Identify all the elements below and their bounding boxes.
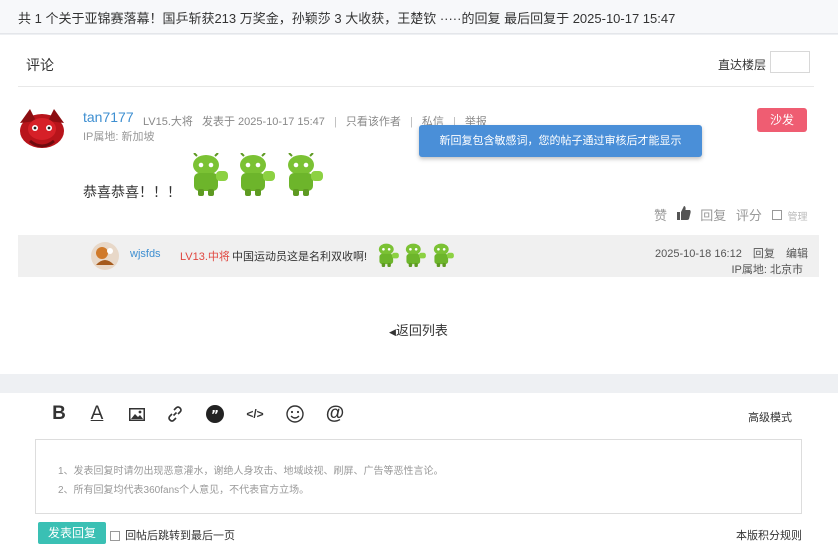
reply-username[interactable]: wjsfds xyxy=(130,248,161,260)
reply-avatar[interactable] xyxy=(90,241,120,271)
reply-content: 中国运动员这是名利双收啊! xyxy=(232,251,368,263)
back-to-list-label: 返回列表 xyxy=(395,323,448,338)
caret-left-icon: ◀ xyxy=(389,327,396,337)
android-thumbs-up-emoji-icon xyxy=(406,243,427,267)
android-thumbs-up-emoji-icon xyxy=(287,152,323,196)
reply-level: LV13.中将 xyxy=(180,251,230,263)
sub-reply: wjsfds LV13.中将 中国运动员这是名利双收啊! 2025-10-18 … xyxy=(18,235,819,277)
sofa-badge: 沙发 xyxy=(757,108,807,132)
code-icon[interactable]: </> xyxy=(244,403,266,425)
post-time: 发表于 2025-10-17 15:47 xyxy=(202,116,325,128)
reply-textarea[interactable]: 1、发表回复时请勿出现恶意灌水，谢绝人身攻击、地域歧视、刷屏、广告等恶性言论。 … xyxy=(35,439,802,514)
rate-button[interactable]: 评分 xyxy=(736,208,762,223)
posting-hint-2: 2、所有回复均代表360fans个人意见，不代表官方立场。 xyxy=(58,485,310,496)
quote-icon[interactable]: ” xyxy=(204,403,226,425)
reply-meta: 2025-10-18 16:12 回复 编辑 xyxy=(655,245,808,261)
android-thumbs-up-emoji-icon xyxy=(433,243,454,267)
jump-to-last-option[interactable]: 回帖后跳转到最后一页 xyxy=(110,527,235,543)
floor-jump-input[interactable] xyxy=(770,51,810,73)
emoji-icon[interactable] xyxy=(284,403,306,425)
reply-reply-link[interactable]: 回复 xyxy=(753,248,775,260)
meta-separator: | xyxy=(409,116,413,128)
link-icon[interactable] xyxy=(164,403,186,425)
android-thumbs-up-emoji-icon xyxy=(240,152,276,196)
meta-separator: | xyxy=(333,116,337,128)
android-thumbs-up-emoji-icon xyxy=(193,152,228,196)
font-color-icon[interactable]: A xyxy=(86,403,108,425)
reply-emojis xyxy=(376,242,455,271)
reply-edit-link[interactable]: 编辑 xyxy=(786,248,808,260)
reply-button[interactable]: 回复 xyxy=(700,208,726,223)
comments-panel: 评论 直达楼层 tan7177 LV15.大将 发表于 2025-10-17 1… xyxy=(0,35,838,374)
posting-hint-1: 1、发表回复时请勿出现恶意灌水，谢绝人身攻击、地域歧视、刷屏、广告等恶性言论。 xyxy=(58,466,444,477)
bold-icon[interactable]: B xyxy=(48,403,70,425)
advanced-mode-link[interactable]: 高级模式 xyxy=(748,409,792,425)
submit-reply-button[interactable]: 发表回复 xyxy=(38,522,106,544)
comment-header: 评论 直达楼层 xyxy=(18,35,814,87)
post-actions: 赞 回复 评分 管理 xyxy=(654,205,820,224)
credit-rules-link[interactable]: 本版积分规则 xyxy=(736,527,802,543)
android-thumbs-up-emoji-icon xyxy=(378,243,399,267)
jump-to-last-checkbox[interactable] xyxy=(110,531,120,542)
reply-ip: IP属地: 北京市 xyxy=(731,264,803,276)
comment-title: 评论 xyxy=(26,57,54,73)
manage-toggle[interactable]: 管理 xyxy=(771,206,814,223)
thumbs-up-icon xyxy=(676,205,691,220)
manage-checkbox[interactable] xyxy=(771,210,782,221)
like-button[interactable]: 赞 xyxy=(654,205,694,223)
post-content: 恭喜恭喜！！！ xyxy=(83,184,181,200)
post-username[interactable]: tan7177 xyxy=(83,109,134,125)
thread-title-bar: 共 1 个关于亚锦赛落幕！国乒斩获213 万奖金，孙颖莎 3 大收获，王楚钦 ·… xyxy=(0,0,838,34)
post-ip: IP属地: 新加坡 xyxy=(83,131,155,143)
user-avatar[interactable] xyxy=(16,101,68,153)
svg-text:”: ” xyxy=(211,408,219,422)
reply-editor: B A ” </> @ 高级模式 1、发表回复时请勿出现恶意灌水，谢绝人身攻击、… xyxy=(0,393,838,550)
post-emojis xyxy=(188,152,327,200)
like-label: 赞 xyxy=(654,208,668,223)
jump-to-last-label: 回帖后跳转到最后一页 xyxy=(125,530,236,542)
thread-title: 共 1 个关于亚锦赛落幕！国乒斩获213 万奖金，孙颖莎 3 大收获，王楚钦 ·… xyxy=(18,11,676,26)
mention-icon[interactable]: @ xyxy=(324,403,346,425)
manage-label: 管理 xyxy=(787,211,808,223)
floor-jump-label: 直达楼层 xyxy=(717,58,766,72)
only-author-link[interactable]: 只看该作者 xyxy=(346,116,401,128)
post-level: LV15.大将 xyxy=(143,116,193,128)
back-to-list-link[interactable]: ◀返回列表 xyxy=(389,320,448,339)
sensitive-word-tip: 新回复包含敏感词，您的帖子通过审核后才能显示 xyxy=(419,125,702,157)
reply-time: 2025-10-18 16:12 xyxy=(655,248,742,260)
image-icon[interactable] xyxy=(126,403,148,425)
